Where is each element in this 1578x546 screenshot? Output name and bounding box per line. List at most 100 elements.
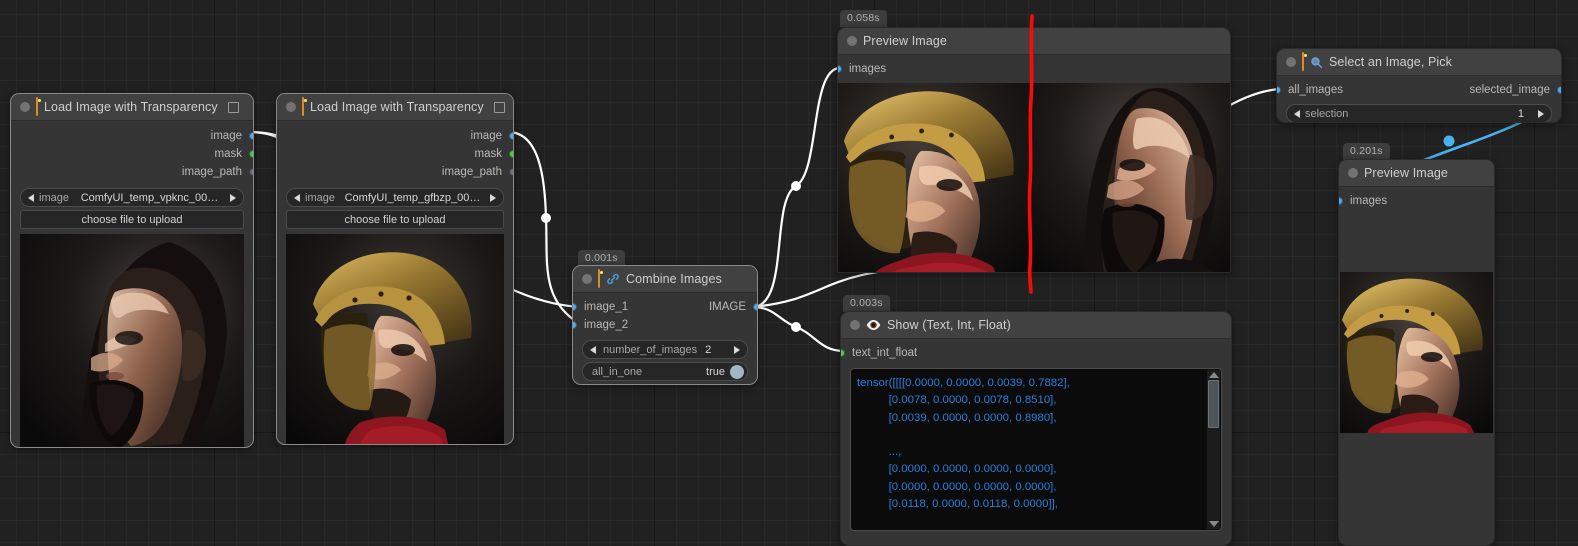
eye-icon xyxy=(866,319,881,331)
node-body: image mask image_path image ComfyUI_temp… xyxy=(11,127,253,448)
image-combo-widget[interactable]: image ComfyUI_temp_gfbzp_00… xyxy=(286,188,504,207)
node-title: Preview Image xyxy=(1364,166,1448,180)
output-slot-image[interactable]: image xyxy=(277,127,513,145)
collapse-dot-icon[interactable] xyxy=(850,320,860,330)
chevron-right-icon[interactable] xyxy=(490,194,496,202)
selection-widget[interactable]: selection 1 xyxy=(1286,104,1552,123)
node-header[interactable]: Load Image with Transparency xyxy=(277,94,513,121)
node-title: Preview Image xyxy=(863,34,947,48)
scrollbar-thumb[interactable] xyxy=(1208,380,1219,428)
io-row-image1-output: image_1 IMAGE xyxy=(573,298,757,316)
node-header[interactable]: Select an Image, Pick xyxy=(1277,49,1561,76)
node-title: Load Image with Transparency xyxy=(44,100,218,114)
selected-image-slot-dot-icon[interactable] xyxy=(1557,86,1562,94)
node-body: all_images selected_image selection 1 xyxy=(1277,81,1561,123)
image-path-slot-dot-icon[interactable] xyxy=(509,168,514,176)
output-slot-image[interactable]: image xyxy=(11,127,253,145)
exec-time-badge: 0.058s xyxy=(840,10,887,27)
choose-file-to-upload-button[interactable]: choose file to upload xyxy=(20,210,244,229)
all-in-one-toggle[interactable]: all_in_one true xyxy=(582,362,748,381)
scroll-down-arrow-icon[interactable] xyxy=(1209,521,1219,527)
node-title: Combine Images xyxy=(626,272,722,286)
output-slot-image-path[interactable]: image_path xyxy=(11,163,253,181)
input-slot-image-2[interactable]: image_2 xyxy=(573,316,757,334)
image-slot-dot-icon[interactable] xyxy=(509,132,514,140)
preview-spacer-top xyxy=(1339,210,1494,272)
chevron-left-icon[interactable] xyxy=(1294,110,1300,118)
mask-slot-dot-icon[interactable] xyxy=(509,150,514,158)
node-title: Show (Text, Int, Float) xyxy=(887,318,1011,332)
image-output-slot-dot-icon[interactable] xyxy=(753,303,758,311)
chevron-left-icon[interactable] xyxy=(590,346,596,354)
chevron-right-icon[interactable] xyxy=(1538,110,1544,118)
input-slot-text-int-float[interactable]: text_int_float xyxy=(841,344,1231,362)
tensor-text-value: tensor([[[[0.0000, 0.0000, 0.0039, 0.788… xyxy=(851,369,1221,531)
chevron-left-icon[interactable] xyxy=(294,194,300,202)
image-1-slot-dot-icon[interactable] xyxy=(572,303,577,311)
image-preview xyxy=(286,234,504,445)
collapse-dot-icon[interactable] xyxy=(582,274,592,284)
image-combo-widget[interactable]: image ComfyUI_temp_vpknc_00… xyxy=(20,188,244,207)
loaded-image-2 xyxy=(286,234,504,445)
image-2-slot-dot-icon[interactable] xyxy=(572,321,577,329)
input-slot-images[interactable]: images xyxy=(1339,192,1494,210)
choose-file-to-upload-button[interactable]: choose file to upload xyxy=(286,210,504,229)
node-body: images xyxy=(1339,192,1494,439)
node-body: image_1 IMAGE image_2 number_of_images 2… xyxy=(573,298,757,385)
exec-time-badge: 0.003s xyxy=(843,295,890,312)
chevron-right-icon[interactable] xyxy=(230,194,236,202)
node-header[interactable]: Load Image with Transparency xyxy=(11,94,253,121)
all-images-slot-dot-icon[interactable] xyxy=(1276,86,1281,94)
mask-slot-dot-icon[interactable] xyxy=(249,150,254,158)
node-combine-images[interactable]: Combine Images image_1 IMAGE image_2 num… xyxy=(572,265,758,385)
image-path-slot-dot-icon[interactable] xyxy=(249,168,254,176)
node-pin-checkbox[interactable] xyxy=(228,102,239,113)
node-body: text_int_float tensor([[[[0.0000, 0.0000… xyxy=(841,344,1231,545)
combined-preview-image xyxy=(838,83,1230,273)
toggle-knob-icon[interactable] xyxy=(730,365,744,379)
node-select-an-image-pick[interactable]: Select an Image, Pick all_images selecte… xyxy=(1276,48,1562,123)
node-show-text-int-float[interactable]: Show (Text, Int, Float) text_int_float t… xyxy=(840,311,1232,546)
node-preview-image-main[interactable]: Preview Image images xyxy=(837,27,1231,273)
node-header[interactable]: Show (Text, Int, Float) xyxy=(841,312,1231,339)
output-slot-mask[interactable]: mask xyxy=(11,145,253,163)
images-slot-dot-icon[interactable] xyxy=(1338,197,1343,205)
node-title: Load Image with Transparency xyxy=(310,100,484,114)
node-header[interactable]: Preview Image xyxy=(1339,160,1494,187)
image-preview xyxy=(20,234,244,448)
node-load-image-with-transparency-1[interactable]: Load Image with Transparency image mask … xyxy=(10,93,254,448)
io-row-all-images-selected-image: all_images selected_image xyxy=(1277,81,1561,99)
number-of-images-widget[interactable]: number_of_images 2 xyxy=(582,340,748,359)
node-load-image-with-transparency-2[interactable]: Load Image with Transparency image mask … xyxy=(276,93,514,445)
image-preview-combined xyxy=(838,83,1230,273)
collapse-dot-icon[interactable] xyxy=(1348,168,1358,178)
node-title: Select an Image, Pick xyxy=(1329,55,1452,69)
input-slot-images[interactable]: images xyxy=(838,60,1230,78)
node-pin-checkbox[interactable] xyxy=(494,102,505,113)
scroll-up-arrow-icon[interactable] xyxy=(1209,372,1219,378)
collapse-dot-icon[interactable] xyxy=(286,102,296,112)
image-preview-selected xyxy=(1340,272,1493,433)
magnifier-icon xyxy=(1310,56,1323,69)
text-int-float-slot-dot-icon[interactable] xyxy=(840,349,845,357)
node-header[interactable]: Preview Image xyxy=(838,28,1230,55)
images-slot-dot-icon[interactable] xyxy=(837,65,842,73)
image-slot-dot-icon[interactable] xyxy=(249,132,254,140)
output-slot-image-path[interactable]: image_path xyxy=(277,163,513,181)
textbox-scrollbar[interactable] xyxy=(1207,370,1220,529)
chevron-right-icon[interactable] xyxy=(734,346,740,354)
link-icon xyxy=(606,272,620,286)
tensor-text-output[interactable]: tensor([[[[0.0000, 0.0000, 0.0039, 0.788… xyxy=(850,368,1222,531)
chevron-left-icon[interactable] xyxy=(28,194,34,202)
selected-preview-image xyxy=(1340,272,1493,433)
output-slot-mask[interactable]: mask xyxy=(277,145,513,163)
loaded-image-1 xyxy=(20,234,244,448)
collapse-dot-icon[interactable] xyxy=(20,102,30,112)
exec-time-badge: 0.201s xyxy=(1343,143,1390,160)
node-header[interactable]: Combine Images xyxy=(573,266,757,293)
collapse-dot-icon[interactable] xyxy=(847,36,857,46)
node-preview-image-selected[interactable]: Preview Image images xyxy=(1338,159,1495,546)
collapse-dot-icon[interactable] xyxy=(1286,57,1296,67)
node-body: images xyxy=(838,60,1230,273)
node-graph-canvas[interactable]: Load Image with Transparency image mask … xyxy=(0,0,1578,546)
